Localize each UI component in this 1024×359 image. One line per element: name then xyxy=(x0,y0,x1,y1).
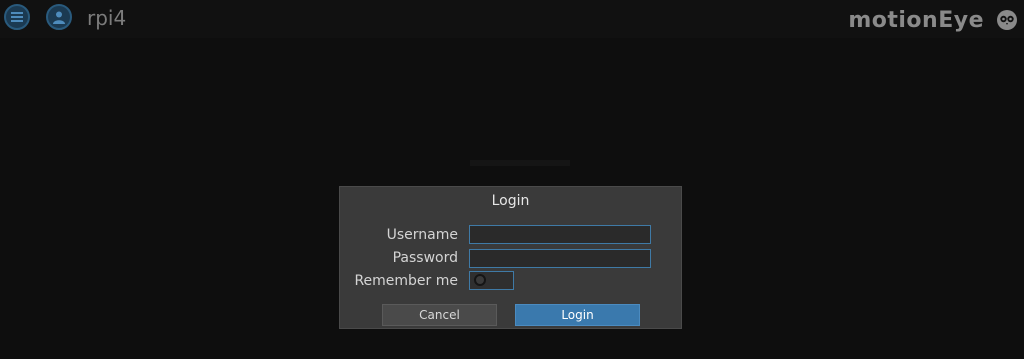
dialog-title: Login xyxy=(491,193,530,209)
owl-logo-icon xyxy=(997,10,1017,30)
toggle-knob xyxy=(474,274,486,286)
password-field[interactable] xyxy=(469,249,651,268)
brand-name: motionEye xyxy=(848,8,984,33)
password-label: Password xyxy=(392,250,458,266)
camera-name: rpi4 xyxy=(87,6,127,30)
top-bar: rpi4 motionEye xyxy=(0,0,1024,38)
login-dialog: Login Username Password Remember me Canc… xyxy=(339,186,682,329)
user-button[interactable] xyxy=(46,4,72,30)
login-button[interactable]: Login xyxy=(515,304,640,326)
cancel-button[interactable]: Cancel xyxy=(382,304,497,326)
remember-me-label: Remember me xyxy=(354,273,458,289)
background-shadow xyxy=(470,160,570,166)
username-label: Username xyxy=(386,227,458,243)
user-icon xyxy=(53,11,65,24)
remember-me-toggle[interactable] xyxy=(469,271,514,290)
username-field[interactable] xyxy=(469,225,651,244)
hamburger-menu-icon xyxy=(11,12,23,22)
main-menu-button[interactable] xyxy=(4,4,30,30)
